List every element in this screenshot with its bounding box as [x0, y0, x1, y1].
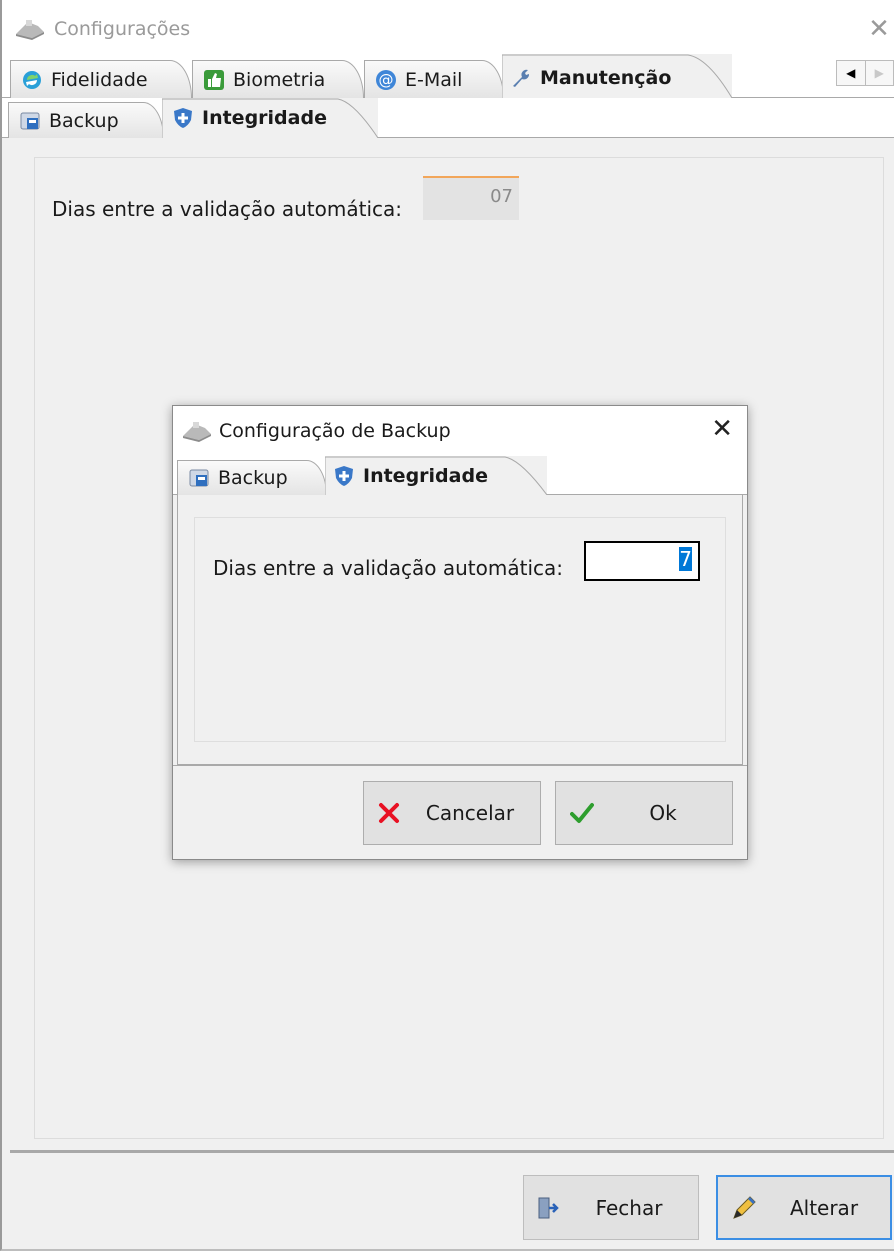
- alterar-label: Alterar: [789, 1195, 859, 1220]
- validation-days-label: Dias entre a validação automática:: [52, 197, 403, 221]
- sub-tab-strip: Backup Integridade: [2, 98, 894, 138]
- dialog-validation-days-input[interactable]: 7: [584, 541, 700, 581]
- dialog-tab-strip: Backup Integridade: [173, 456, 747, 495]
- backup-icon: [189, 469, 209, 487]
- tab-label: Integridade: [202, 107, 327, 129]
- close-dialog-icon[interactable]: ✕: [711, 414, 733, 444]
- tab-scroll-buttons: ◀ ▶: [836, 60, 894, 86]
- footer-separator: [10, 1150, 894, 1153]
- tab-label: Integridade: [363, 464, 488, 487]
- configuracoes-window: Configurações ✕ Fidelidade Biometria @ E…: [0, 0, 894, 1251]
- cancelar-label: Cancelar: [425, 801, 515, 825]
- tab-fidelidade[interactable]: Fidelidade: [10, 60, 192, 98]
- selected-value: 7: [679, 547, 692, 571]
- at-sign-icon: @: [376, 69, 396, 90]
- dialog-title: Configuração de Backup: [219, 420, 451, 442]
- tab-email[interactable]: @ E-Mail: [364, 60, 504, 98]
- main-tab-strip: Fidelidade Biometria @ E-Mail Manutenção…: [2, 54, 894, 98]
- title-bar: Configurações ✕: [2, 0, 894, 54]
- app-stamp-icon: [14, 18, 46, 44]
- ok-button[interactable]: Ok: [555, 781, 733, 845]
- tab-backup[interactable]: Backup: [8, 102, 164, 138]
- tab-integridade[interactable]: Integridade: [162, 98, 378, 138]
- x-icon: [379, 803, 399, 823]
- tab-biometria[interactable]: Biometria: [192, 60, 364, 98]
- dialog-tab-integridade[interactable]: Integridade: [325, 456, 547, 495]
- exit-door-icon: [538, 1197, 559, 1218]
- window-title: Configurações: [54, 18, 191, 40]
- tab-label: Backup: [49, 109, 119, 132]
- backup-icon: [20, 112, 40, 129]
- tab-label: Fidelidade: [51, 68, 148, 91]
- tab-manutencao[interactable]: Manutenção: [502, 54, 732, 98]
- dialog-validation-days-label: Dias entre a validação automática:: [213, 556, 564, 580]
- backup-config-dialog: Configuração de Backup ✕ Backup Integrid…: [172, 405, 748, 860]
- shield-icon: [335, 465, 353, 486]
- refresh-icon: [23, 70, 41, 89]
- scroll-right-icon[interactable]: ▶: [865, 60, 894, 86]
- wrench-icon: [513, 69, 530, 87]
- tab-label: Backup: [218, 467, 288, 489]
- shield-icon: [174, 108, 192, 128]
- dialog-panel: [177, 495, 743, 765]
- dialog-tab-backup[interactable]: Backup: [177, 460, 327, 495]
- fechar-label: Fechar: [595, 1195, 663, 1220]
- dialog-footer-separator: [173, 765, 747, 766]
- validation-days-field[interactable]: 07: [423, 176, 519, 220]
- pencil-icon: [733, 1195, 756, 1219]
- svg-text:@: @: [379, 71, 394, 89]
- app-stamp-icon: [181, 420, 213, 446]
- checkmark-icon: [570, 803, 594, 823]
- dialog-title-bar: Configuração de Backup ✕: [173, 406, 747, 456]
- close-window-icon[interactable]: ✕: [864, 12, 894, 46]
- tab-label: E-Mail: [405, 68, 463, 91]
- cancelar-button[interactable]: Cancelar: [363, 781, 541, 845]
- tab-label: Biometria: [233, 68, 326, 91]
- fechar-button[interactable]: Fechar: [523, 1175, 699, 1240]
- thumbs-up-icon: [204, 69, 224, 90]
- alterar-button[interactable]: Alterar: [716, 1175, 892, 1240]
- tab-label: Manutenção: [540, 67, 672, 89]
- scroll-left-icon[interactable]: ◀: [836, 60, 866, 86]
- ok-label: Ok: [649, 801, 677, 825]
